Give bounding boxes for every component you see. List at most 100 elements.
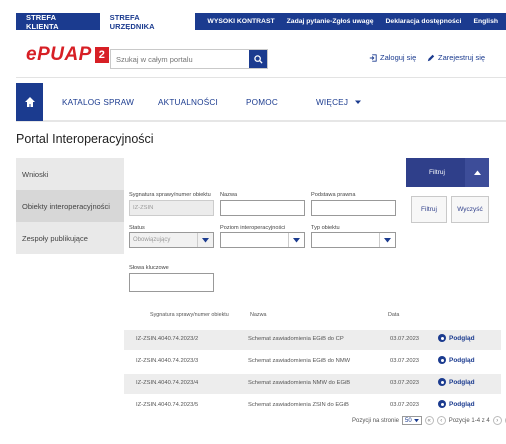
table-row: IZ-ZSIN.4040.74.2023/5 Schemat zawiadomi… <box>124 396 501 416</box>
english-link[interactable]: English <box>473 18 498 25</box>
eye-icon <box>438 400 446 408</box>
chevron-down-icon <box>354 100 361 104</box>
col-signature-header: Sygnatura sprawy/numer obiektu <box>150 312 229 318</box>
site-header: ePUAP 2 Zaloguj się Zarejestruj się <box>16 30 506 78</box>
tab-citizen-zone[interactable]: STREFA KLIENTA <box>16 13 100 31</box>
signature-label: Sygnatura sprawy/numer obiektu <box>129 192 211 198</box>
top-strip: STREFA KLIENTA STREFA URZĘDNIKA WYSOKI K… <box>0 0 506 32</box>
legal-basis-label: Podstawa prawna <box>311 192 356 198</box>
tab-clerk-zone[interactable]: STREFA URZĘDNIKA <box>99 13 196 31</box>
row-signature: IZ-ZSIN.4040.74.2023/3 <box>136 358 199 364</box>
status-value: Obowiązujący <box>133 237 171 243</box>
collapse-button[interactable] <box>465 158 489 187</box>
row-name: Schemat zawiadomienia EGiB do NMW <box>248 358 351 364</box>
row-date: 03.07.2023 <box>390 380 420 386</box>
sidebar: Wnioski Obiekty interoperacyjności Zespo… <box>16 158 124 254</box>
view-label: Podgląd <box>449 378 475 386</box>
logo-text: ePUAP <box>26 44 92 65</box>
col-name-header: Nazwa <box>250 312 267 318</box>
row-date: 03.07.2023 <box>390 336 420 342</box>
interop-level-label: Poziom interoperacyjności <box>220 225 286 231</box>
row-signature: IZ-ZSIN.4040.74.2023/4 <box>136 380 199 386</box>
nav-item-more[interactable]: WIĘCEJ <box>316 98 361 107</box>
nav-item-news[interactable]: AKTUALNOŚCI <box>158 98 218 107</box>
row-signature: IZ-ZSIN.4040.74.2023/2 <box>136 336 199 342</box>
home-button[interactable] <box>16 83 43 121</box>
nav-item-help[interactable]: POMOC <box>246 98 278 107</box>
nav-item-catalog[interactable]: KATALOG SPRAW <box>62 98 134 107</box>
interop-level-select[interactable] <box>220 232 305 248</box>
clear-button[interactable]: Wyczyść <box>451 196 489 223</box>
search-icon <box>253 54 263 64</box>
per-page-value: 50 <box>405 417 412 424</box>
sidebar-item-interop-objects[interactable]: Obiekty interoperacyjności <box>16 190 124 222</box>
high-contrast-link[interactable]: WYSOKI KONTRAST <box>207 18 274 25</box>
table-row: IZ-ZSIN.4040.74.2023/2 Schemat zawiadomi… <box>124 330 501 350</box>
per-page-select[interactable]: 50 <box>402 416 422 425</box>
view-label: Podgląd <box>449 400 475 408</box>
pagination: Pozycji na stronie 50 « ‹ Pozycje 1-4 z … <box>352 416 506 425</box>
first-page-button[interactable]: « <box>424 416 434 425</box>
sidebar-item-applications[interactable]: Wnioski <box>16 158 124 190</box>
view-button[interactable]: Podgląd <box>438 400 475 408</box>
col-date-header: Data <box>388 312 400 318</box>
signature-input[interactable]: IZ-ZSIN <box>129 200 214 216</box>
ask-question-link[interactable]: Zadaj pytanie-Zgłoś uwagę <box>287 18 374 25</box>
search-input[interactable] <box>111 50 249 68</box>
per-page-label: Pozycji na stronie <box>352 417 400 424</box>
next-page-button[interactable]: › <box>492 416 502 425</box>
chevron-down-icon <box>202 238 209 243</box>
page-title: Portal Interoperacyjności <box>16 132 154 146</box>
eye-icon <box>438 334 446 342</box>
eye-icon <box>438 378 446 386</box>
pen-icon <box>427 54 435 61</box>
row-signature: IZ-ZSIN.4040.74.2023/5 <box>136 402 199 408</box>
logo-number: 2 <box>94 47 109 63</box>
register-label: Zarejestruj się <box>438 53 486 62</box>
prev-page-button[interactable]: ‹ <box>436 416 446 425</box>
search-button[interactable] <box>249 50 267 68</box>
row-name: Schemat zawiadomienia ZSIN do EGiB <box>248 402 349 408</box>
eye-icon <box>438 356 446 364</box>
row-name: Schemat zawiadomienia EGiB do CP <box>248 336 344 342</box>
name-input[interactable] <box>220 200 305 216</box>
nav-item-more-label: WIĘCEJ <box>316 98 349 107</box>
login-icon <box>369 53 377 62</box>
legal-basis-input[interactable] <box>311 200 396 216</box>
login-label: Zaloguj się <box>380 53 417 62</box>
keywords-input[interactable] <box>129 273 214 292</box>
page-range: Pozycje 1-4 z 4 <box>448 417 490 424</box>
status-label: Status <box>129 225 145 231</box>
view-label: Podgląd <box>449 356 475 364</box>
status-caret <box>197 233 213 247</box>
object-type-caret <box>379 233 395 247</box>
table-row: IZ-ZSIN.4040.74.2023/4 Schemat zawiadomi… <box>124 374 501 394</box>
table-header: Sygnatura sprawy/numer obiektu Nazwa Dat… <box>124 306 501 326</box>
object-type-label: Typ obiektu <box>311 225 340 231</box>
view-label: Podgląd <box>449 334 475 342</box>
status-select[interactable]: Obowiązujący <box>129 232 214 248</box>
search-box <box>110 49 268 69</box>
name-label: Nazwa <box>220 192 238 198</box>
chevron-down-icon <box>413 418 419 422</box>
object-type-select[interactable] <box>311 232 396 248</box>
chevron-up-icon <box>473 170 481 175</box>
accessibility-link[interactable]: Deklaracja dostępności <box>386 18 462 25</box>
login-link[interactable]: Zaloguj się <box>369 53 416 62</box>
filter-toggle-button[interactable]: Filtruj <box>406 158 489 187</box>
view-button[interactable]: Podgląd <box>438 334 475 342</box>
row-date: 03.07.2023 <box>390 402 420 408</box>
register-link[interactable]: Zarejestruj się <box>427 53 485 62</box>
view-button[interactable]: Podgląd <box>438 356 475 364</box>
sidebar-item-publishing-teams[interactable]: Zespoły publikujące <box>16 222 124 254</box>
interop-level-caret <box>288 233 304 247</box>
chevron-down-icon <box>293 238 300 243</box>
filter-button[interactable]: Filtruj <box>411 196 447 223</box>
top-strip-bar: STREFA KLIENTA STREFA URZĘDNIKA WYSOKI K… <box>16 13 506 31</box>
keywords-label: Słowa kluczowe <box>129 265 169 271</box>
table-row: IZ-ZSIN.4040.74.2023/3 Schemat zawiadomi… <box>124 352 501 372</box>
chevron-down-icon <box>384 238 391 243</box>
epuap-logo[interactable]: ePUAP 2 <box>26 44 109 66</box>
view-button[interactable]: Podgląd <box>438 378 475 386</box>
filter-toggle-label: Filtruj <box>429 169 445 176</box>
